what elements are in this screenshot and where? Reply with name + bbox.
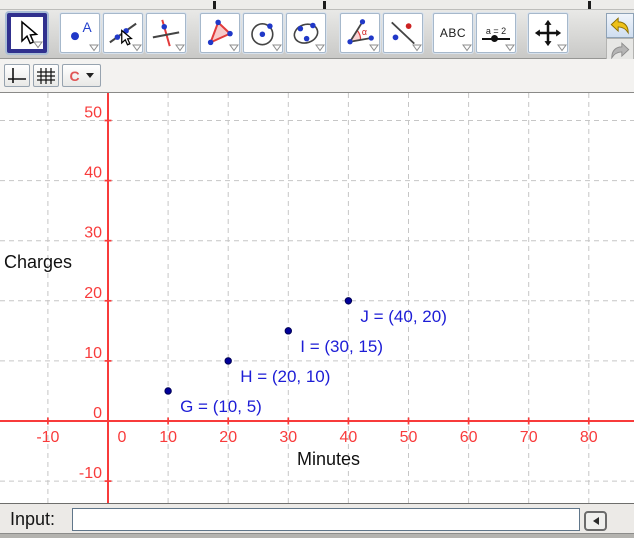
dropdown-arrow-icon [412,44,422,52]
dropdown-arrow-icon [175,44,185,52]
input-label: Input: [10,509,55,530]
x-tick-label: 40 [340,429,358,446]
tool-angle-button[interactable]: α [340,13,380,53]
dropdown-arrow-icon [505,44,515,52]
data-point-G[interactable] [165,388,171,394]
point-capturing-dropdown[interactable]: C [62,64,101,87]
axes-icon [7,67,27,85]
stylebar: C [0,59,634,93]
dropdown-arrow-icon [33,41,43,49]
tool-text-button[interactable]: ABC [433,13,473,53]
grid-icon [37,68,55,84]
left-triangle-icon [593,517,599,525]
dropdown-arrow-icon [229,44,239,52]
menu-text-remnant [588,1,591,9]
dropdown-arrow-icon [462,44,472,52]
y-tick-label: -10 [79,465,102,482]
tool-ellipse-button[interactable] [286,13,326,53]
menu-text-remnant [213,1,216,9]
x-tick-label: 30 [279,429,297,446]
tool-move-button[interactable] [7,13,47,53]
y-tick-label: 0 [93,405,102,422]
x-tick-label: 20 [219,429,237,446]
plot-canvas: -10 0 10 20 30 40 50 60 70 80 -10 0 10 20 30 40 50 G = (1… [0,93,634,503]
menubar-remnant [0,0,634,10]
y-tick-label: 30 [84,225,102,242]
dropdown-arrow-icon [315,44,325,52]
data-point-J[interactable] [345,298,351,304]
tool-line-button[interactable] [103,13,143,53]
undo-redo-group [606,13,634,63]
tool-special-lines-button[interactable] [146,13,186,53]
dropdown-arrow-icon [557,44,567,52]
tool-move-view-button[interactable] [528,13,568,53]
undo-button[interactable] [606,13,634,38]
dropdown-arrow-icon [132,44,142,52]
x-tick-label: 50 [400,429,418,446]
x-tick-label: 80 [580,429,598,446]
x-axis-title: Minutes [297,449,360,470]
window-bottom-edge [0,533,634,538]
y-axis-title: Charges [4,252,72,273]
toggle-grid-button[interactable] [33,64,59,87]
x-tick-label: 10 [159,429,177,446]
input-help-button[interactable] [584,511,607,531]
point-label-I: I = (30, 15) [300,337,383,356]
input-bar: Input: [0,503,634,533]
svg-text:α: α [362,27,367,37]
y-tick-label: 50 [84,105,102,122]
input-field[interactable] [72,508,580,531]
y-tick-label: 20 [84,285,102,302]
x-tick-label: 60 [460,429,478,446]
text-tool-label: ABC [440,26,466,40]
tool-circle-button[interactable] [243,13,283,53]
toggle-axes-button[interactable] [4,64,30,87]
dropdown-arrow-icon [272,44,282,52]
tool-slider-button[interactable]: a = 2 [476,13,516,53]
dropdown-arrow-icon [89,44,99,52]
x-tick-label: 70 [520,429,538,446]
tool-point-button[interactable]: A [60,13,100,53]
redo-icon [609,41,631,61]
toolbar: A [0,10,634,59]
chevron-down-icon [86,73,94,78]
y-tick-label: 10 [84,345,102,362]
y-tick-label: 40 [84,165,102,182]
graphics-view[interactable]: -10 0 10 20 30 40 50 60 70 80 -10 0 10 20 30 40 50 G = (1… [0,93,634,503]
point-label-H: H = (20, 10) [240,367,330,386]
point-label-J: J = (40, 20) [360,307,446,326]
point-capturing-label: C [69,68,79,84]
slider-icon: a = 2 [481,26,511,40]
menu-text-remnant [323,1,326,9]
x-tick-label: -10 [36,429,59,446]
tool-mirror-button[interactable] [383,13,423,53]
data-point-H[interactable] [225,358,231,364]
undo-icon [609,16,631,36]
data-point-I[interactable] [285,328,291,334]
svg-text:A: A [83,20,93,35]
dropdown-arrow-icon [369,44,379,52]
point-label-G: G = (10, 5) [180,397,262,416]
tool-polygon-button[interactable] [200,13,240,53]
x-tick-label: 0 [118,429,127,446]
